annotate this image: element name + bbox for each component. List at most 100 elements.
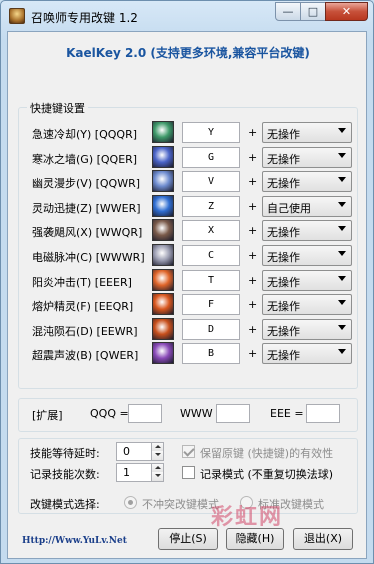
tornado-icon (152, 219, 174, 241)
skill-label: 电磁脉冲(C) [WWWR] (32, 251, 145, 264)
website-link[interactable]: Http://Www.YuLv.Net (22, 536, 127, 546)
skill-label: 熔炉精灵(F) [EEQR] (32, 300, 134, 313)
hotkey-row: 熔炉精灵(F) [EEQR] F + 无操作 (24, 293, 354, 316)
chevron-down-icon (338, 128, 346, 133)
chevron-down-icon (338, 177, 346, 182)
hotkey-row: 电磁脉冲(C) [WWWR] C + 无操作 (24, 244, 354, 267)
keep-original-label: 保留原键 (快捷键)的有效性 (200, 447, 334, 460)
chevron-down-icon (338, 226, 346, 231)
exit-button[interactable]: 退出(X) (293, 528, 353, 550)
hotkey-row: 寒冰之墙(G) [QQER] G + 无操作 (24, 146, 354, 169)
chevron-down-icon (338, 202, 346, 207)
qqq-input[interactable] (128, 404, 162, 423)
eee-input[interactable] (306, 404, 340, 423)
plus-sign: + (248, 323, 258, 336)
action-select[interactable]: 无操作 (262, 220, 352, 241)
action-select[interactable]: 无操作 (262, 294, 352, 315)
record-mode-checkbox[interactable] (182, 466, 195, 479)
mode-label-nonconflict: 不冲突改键模式 (142, 498, 219, 511)
hotkey-input[interactable]: X (182, 220, 240, 241)
action-select[interactable]: 无操作 (262, 245, 352, 266)
mode-radio-nonconflict[interactable] (124, 496, 137, 509)
count-down-arrow-icon[interactable] (151, 472, 163, 481)
emp-icon (152, 244, 174, 266)
minimize-button[interactable]: — (275, 2, 301, 21)
mode-label: 改键模式选择: (30, 498, 100, 511)
hotkey-row: 阳炎冲击(T) [EEER] T + 无操作 (24, 269, 354, 292)
hotkey-input[interactable]: D (182, 319, 240, 340)
plus-sign: + (248, 151, 258, 164)
hotkey-input[interactable]: Y (182, 122, 240, 143)
action-select[interactable]: 无操作 (262, 147, 352, 168)
chevron-down-icon (338, 349, 346, 354)
sun-strike-icon (152, 269, 174, 291)
action-select[interactable]: 无操作 (262, 171, 352, 192)
title-bar[interactable]: 召唤师专用改键 1.2 — □ ✕ (1, 1, 373, 31)
action-select[interactable]: 自己使用 (262, 196, 352, 217)
client-area: KaelKey 2.0 (支持更多环境,兼容平台改键) 快捷键设置 [扩展] Q… (7, 31, 367, 559)
count-label: 记录技能次数: (30, 468, 100, 481)
hotkey-input[interactable]: F (182, 294, 240, 315)
qqq-label: QQQ = (90, 407, 129, 420)
hotkeys-group-label: 快捷键设置 (27, 100, 88, 116)
skill-label: 寒冰之墙(G) [QQER] (32, 153, 138, 166)
action-select[interactable]: 无操作 (262, 270, 352, 291)
skill-label: 超震声波(B) [QWER] (32, 349, 139, 362)
plus-sign: + (248, 249, 258, 262)
stop-button[interactable]: 停止(S) (158, 528, 218, 550)
maximize-button[interactable]: □ (300, 2, 326, 21)
hotkey-input[interactable]: G (182, 147, 240, 168)
action-select-value: 无操作 (267, 300, 300, 313)
chevron-down-icon (338, 300, 346, 305)
skill-label: 阳炎冲击(T) [EEER] (32, 276, 132, 289)
hide-button[interactable]: 隐藏(H) (226, 528, 284, 550)
plus-sign: + (248, 347, 258, 360)
hotkey-row: 混沌陨石(D) [EEWR] D + 无操作 (24, 318, 354, 341)
skill-label: 混沌陨石(D) [EEWR] (32, 325, 138, 338)
action-select-value: 无操作 (267, 226, 300, 239)
ice-wall-icon (152, 146, 174, 168)
action-select[interactable]: 无操作 (262, 319, 352, 340)
count-spinner[interactable]: 1 (116, 463, 164, 482)
hotkey-input[interactable]: C (182, 245, 240, 266)
hotkey-row: 灵动迅捷(Z) [WWER] Z + 自己使用 (24, 195, 354, 218)
skill-label: 强袭飓风(X) [WWQR] (32, 226, 143, 239)
keep-original-checkbox[interactable] (182, 445, 195, 458)
www-input[interactable] (216, 404, 250, 423)
count-value: 1 (123, 466, 130, 479)
hotkey-input[interactable]: V (182, 171, 240, 192)
cold-snap-icon (152, 121, 174, 143)
hotkey-input[interactable]: T (182, 270, 240, 291)
action-select-value: 无操作 (267, 251, 300, 264)
plus-sign: + (248, 200, 258, 213)
watermark-text: 彩虹网 (211, 505, 284, 530)
window-title: 召唤师专用改键 1.2 (31, 11, 138, 25)
action-select-value: 无操作 (267, 349, 300, 362)
skill-label: 急速冷却(Y) [QQQR] (32, 128, 137, 141)
deafening-blast-icon (152, 342, 174, 364)
extend-label: [扩展] (32, 409, 63, 422)
plus-sign: + (248, 175, 258, 188)
action-select-value: 无操作 (267, 128, 300, 141)
hotkey-input[interactable]: B (182, 343, 240, 364)
chevron-down-icon (338, 276, 346, 281)
action-select[interactable]: 无操作 (262, 122, 352, 143)
chevron-down-icon (338, 153, 346, 158)
ghost-walk-icon (152, 170, 174, 192)
hotkey-row: 急速冷却(Y) [QQQR] Y + 无操作 (24, 121, 354, 144)
delay-down-arrow-icon[interactable] (151, 451, 163, 460)
action-select[interactable]: 无操作 (262, 343, 352, 364)
plus-sign: + (248, 126, 258, 139)
skill-label: 幽灵漫步(V) [QQWR] (32, 177, 141, 190)
action-select-value: 无操作 (267, 276, 300, 289)
action-select-value: 无操作 (267, 325, 300, 338)
hotkey-input[interactable]: Z (182, 196, 240, 217)
record-mode-label: 记录模式 (不重复切换法球) (200, 468, 334, 481)
hotkey-row: 强袭飓风(X) [WWQR] X + 无操作 (24, 219, 354, 242)
action-select-value: 自己使用 (267, 202, 311, 215)
close-button[interactable]: ✕ (325, 2, 368, 21)
chevron-down-icon (338, 251, 346, 256)
delay-spinner[interactable]: 0 (116, 442, 164, 461)
action-select-value: 无操作 (267, 177, 300, 190)
www-label: WWW (180, 407, 213, 420)
